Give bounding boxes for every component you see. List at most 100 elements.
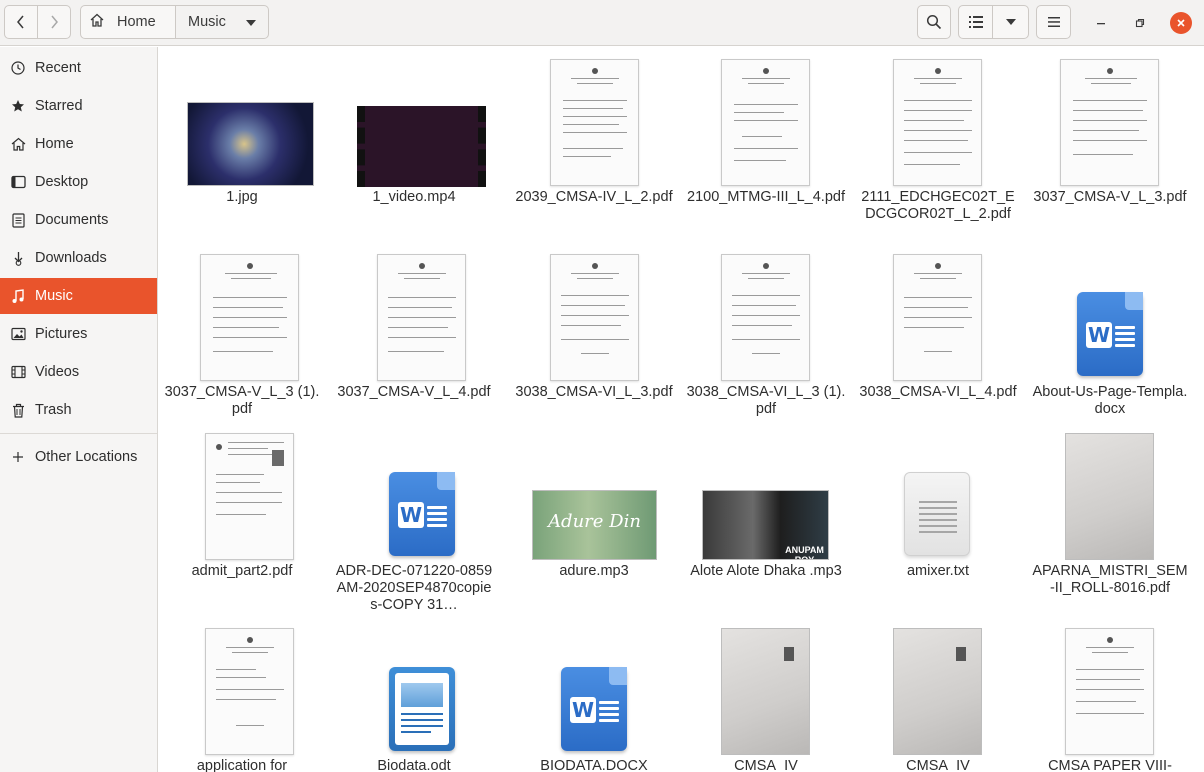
file-name: BIODATA.DOCX [540,758,648,772]
sidebar-item-recent[interactable]: Recent [0,50,157,86]
minimize-icon [1096,15,1106,31]
back-button[interactable] [4,5,38,39]
main-menu-button[interactable] [1036,5,1071,39]
pdf-thumbnail [893,59,982,186]
odt-document-icon [389,667,455,751]
pdf-thumbnail [1060,59,1159,186]
word-document-icon: W [1077,292,1143,376]
sidebar-item-other-locations[interactable]: Other Locations [0,439,157,475]
sidebar-item-pictures[interactable]: Pictures [0,316,157,352]
file-item[interactable]: 2111_EDCHGEC02T_EDCGCOR02T_L_2.pdf [858,47,1018,237]
album-art-thumbnail: ANUPAM ROY [702,490,829,560]
pdf-thumbnail [550,254,639,381]
list-view-button[interactable] [958,5,993,39]
file-item[interactable]: 3037_CMSA-V_L_4.pdf [334,242,494,432]
file-item[interactable]: 3037_CMSA-V_L_3.pdf [1030,47,1190,237]
file-item[interactable]: 3038_CMSA-VI_L_3 (1).pdf [686,242,846,432]
search-button[interactable] [917,5,951,39]
file-item[interactable]: W ADR-DEC-071220-0859AM-2020SEP4870copie… [334,432,494,622]
file-name: APARNA_MISTRI_SEM-II_ROLL-8016.pdf [1032,563,1188,596]
downloads-icon [10,250,26,266]
file-item[interactable]: 3037_CMSA-V_L_3 (1).pdf [162,242,322,432]
file-item[interactable]: admit_part2.pdf [162,432,322,622]
sidebar-item-label: Home [35,136,74,152]
hamburger-icon [1047,17,1060,27]
breadcrumb-home-label: Home [117,14,156,30]
caret-down-icon [246,14,256,30]
video-thumbnail [357,106,486,187]
file-name: Alote Alote Dhaka .mp3 [690,563,842,579]
album-art-thumbnail: Adure Din [532,490,657,560]
file-item[interactable]: CMSA PAPER VIII- [1030,627,1190,772]
sidebar-item-label: Starred [35,98,83,114]
file-item[interactable]: 3038_CMSA-VI_L_3.pdf [514,242,674,432]
documents-icon [10,212,26,228]
file-item[interactable]: 1_video.mp4 [334,47,494,237]
pdf-thumbnail [721,59,810,186]
sidebar-divider [0,433,157,434]
pdf-thumbnail [200,254,299,381]
file-name: 2111_EDCHGEC02T_EDCGCOR02T_L_2.pdf [861,189,1015,222]
sidebar-item-videos[interactable]: Videos [0,354,157,390]
star-icon [10,98,26,114]
list-view-icon [968,16,983,28]
scan-thumbnail [721,628,810,755]
file-item[interactable]: ANUPAM ROY Alote Alote Dhaka .mp3 [686,432,846,622]
breadcrumb-music[interactable]: Music [176,5,269,39]
view-options-button[interactable] [992,5,1029,39]
file-item[interactable]: CMSA_IV [686,627,846,772]
chevron-right-icon [49,15,59,29]
file-item[interactable]: W BIODATA.DOCX [514,627,674,772]
scan-thumbnail [1065,433,1154,560]
album-art-text: Adure Din [548,511,641,532]
sidebar: Recent Starred Home Desktop Documents Do… [0,47,158,772]
file-item[interactable]: 3038_CMSA-VI_L_4.pdf [858,242,1018,432]
path-bar: Home Music [80,5,269,39]
file-item[interactable]: CMSA_IV [858,627,1018,772]
close-button[interactable] [1170,12,1192,34]
pdf-thumbnail [721,254,810,381]
pdf-thumbnail [893,254,982,381]
file-name: CMSA_IV [906,758,970,772]
file-item[interactable]: amixer.txt [858,432,1018,622]
pdf-thumbnail [377,254,466,381]
header-bar: Home Music [0,0,1204,46]
file-item[interactable]: application for [162,627,322,772]
pdf-thumbnail [1065,628,1154,755]
minimize-button[interactable] [1090,12,1112,34]
file-item[interactable]: Adure Din adure.mp3 [514,432,674,622]
sidebar-item-desktop[interactable]: Desktop [0,164,157,200]
scan-thumbnail [893,628,982,755]
file-name: 3038_CMSA-VI_L_3 (1).pdf [686,384,846,417]
sidebar-item-label: Documents [35,212,109,228]
word-document-icon: W [389,472,455,556]
file-name: 3038_CMSA-VI_L_3.pdf [515,384,673,400]
sidebar-item-trash[interactable]: Trash [0,392,157,428]
search-icon [926,14,942,30]
maximize-button[interactable] [1129,12,1151,34]
file-item[interactable]: Biodata.odt [334,627,494,772]
sidebar-item-label: Other Locations [35,449,138,465]
pdf-thumbnail [550,59,639,186]
file-name: amixer.txt [906,563,970,579]
file-item[interactable]: 2100_MTMG-III_L_4.pdf [686,47,846,237]
file-item[interactable]: W About-Us-Page-Templa.docx [1030,242,1190,432]
file-item[interactable]: 2039_CMSA-IV_L_2.pdf [514,47,674,237]
file-name: application for [196,758,288,772]
sidebar-item-starred[interactable]: Starred [0,88,157,124]
sidebar-item-downloads[interactable]: Downloads [0,240,157,276]
file-item[interactable]: 1.jpg [162,47,322,237]
file-item[interactable]: APARNA_MISTRI_SEM-II_ROLL-8016.pdf [1030,432,1190,622]
file-name: 2039_CMSA-IV_L_2.pdf [515,189,673,205]
clock-icon [10,60,26,76]
file-name: CMSA PAPER VIII- [1048,758,1172,772]
breadcrumb-home[interactable]: Home [80,5,176,39]
forward-button[interactable] [37,5,71,39]
file-name: CMSA_IV [734,758,798,772]
file-name: admit_part2.pdf [191,563,293,579]
pdf-thumbnail [205,628,294,755]
album-art-text: ANUPAM ROY [785,545,824,560]
sidebar-item-music[interactable]: Music [0,278,157,314]
sidebar-item-documents[interactable]: Documents [0,202,157,238]
sidebar-item-home[interactable]: Home [0,126,157,162]
